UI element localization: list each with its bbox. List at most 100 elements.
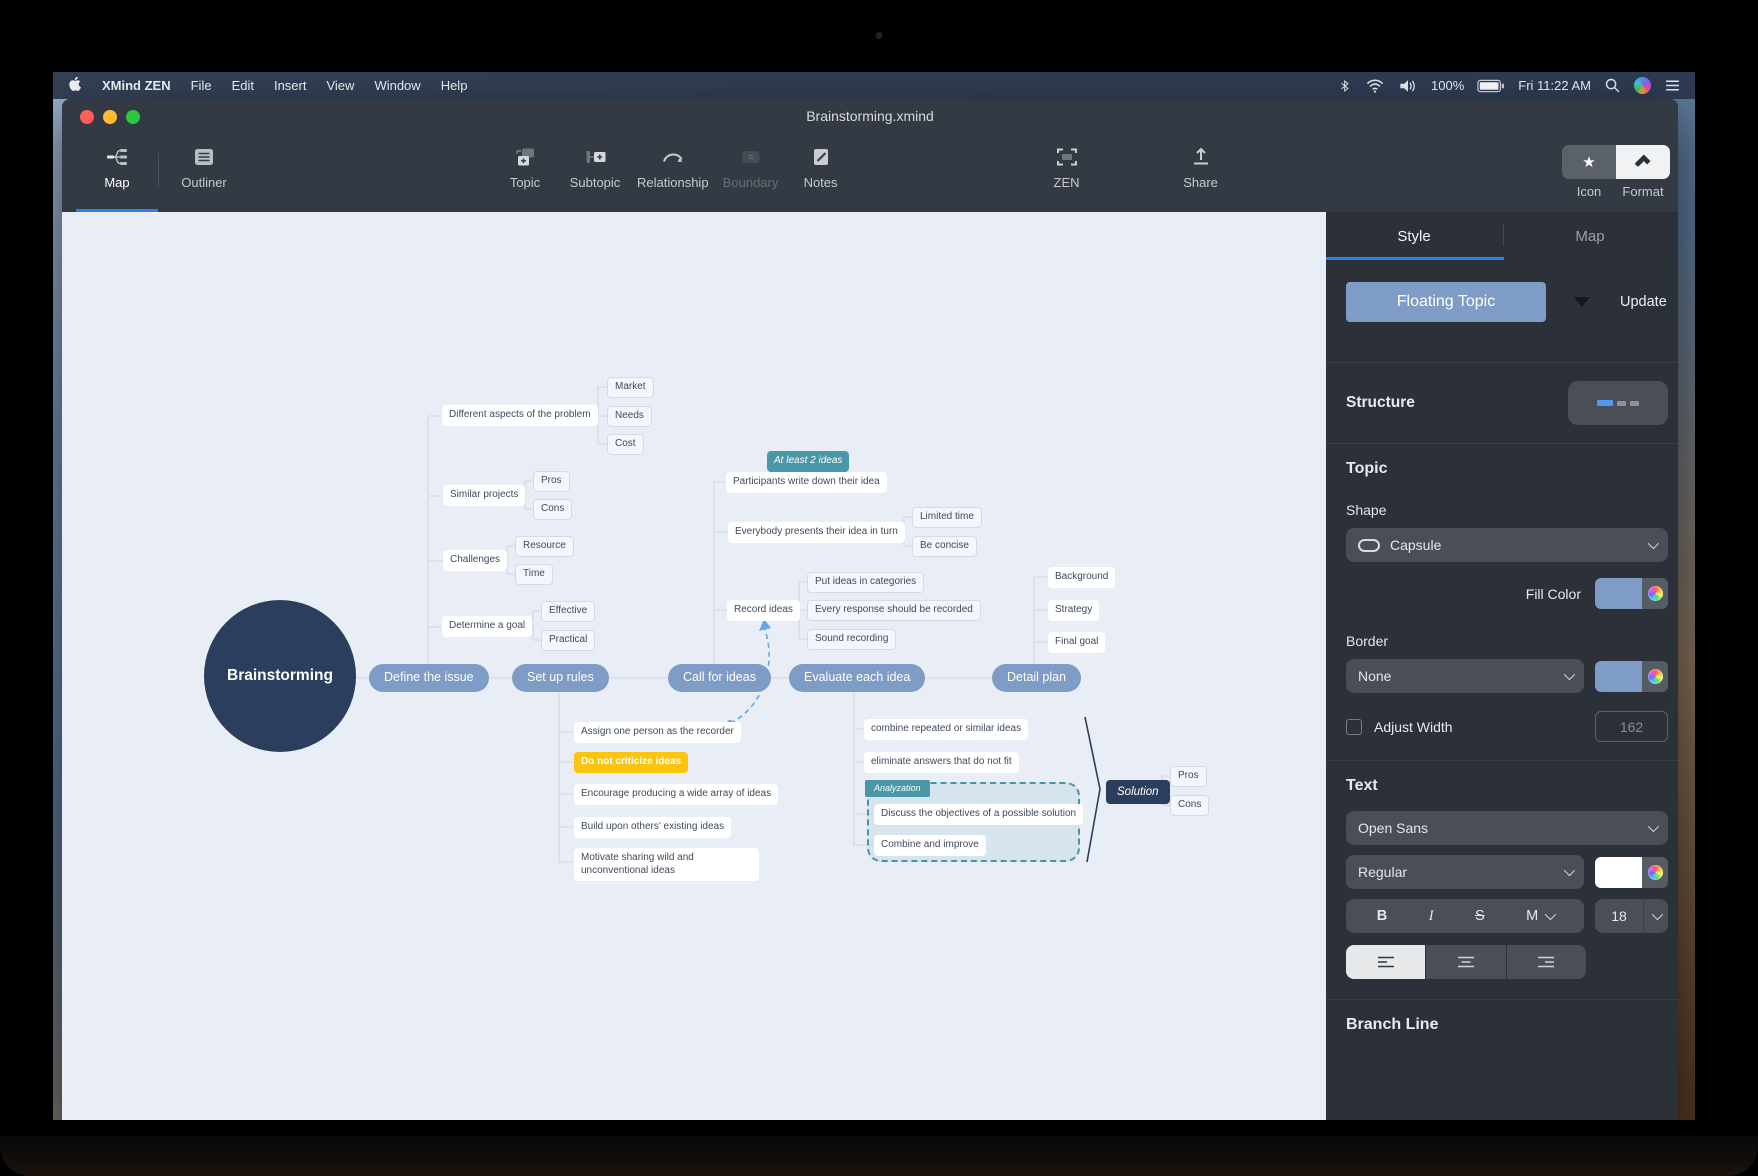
topic-pros-solution[interactable]: Pros (1170, 766, 1207, 787)
topic-define-the-issue[interactable]: Define the issue (369, 664, 489, 692)
spotlight-search-icon[interactable] (1604, 77, 1621, 94)
topic-background[interactable]: Background (1048, 567, 1116, 588)
share-button[interactable]: Share (1173, 145, 1229, 190)
font-family-value: Open Sans (1358, 820, 1429, 836)
menu-view[interactable]: View (316, 72, 364, 99)
topic-solution[interactable]: Solution (1106, 780, 1170, 805)
italic-button[interactable]: I (1429, 908, 1434, 925)
topic-call-for-ideas[interactable]: Call for ideas (668, 664, 771, 692)
topic-effective[interactable]: Effective (541, 601, 596, 622)
bluetooth-icon[interactable] (1338, 77, 1352, 95)
font-size-control[interactable]: 18 (1595, 899, 1668, 933)
strikethrough-button[interactable]: S (1475, 908, 1485, 924)
topic-assign-one-person[interactable]: Assign one person as the recorder (574, 722, 741, 743)
zen-mode-button[interactable]: ZEN (1039, 145, 1095, 190)
topic-set-up-rules[interactable]: Set up rules (512, 664, 609, 692)
topic-every-response-recorded[interactable]: Every response should be recorded (807, 600, 981, 621)
topic-limited-time[interactable]: Limited time (912, 507, 982, 528)
window-titlebar[interactable]: Brainstorming.xmind (62, 99, 1678, 135)
align-left-button[interactable] (1346, 945, 1427, 979)
notes-button[interactable]: Notes (793, 145, 849, 190)
bold-button[interactable]: B (1377, 908, 1387, 924)
topic-strategy[interactable]: Strategy (1048, 600, 1100, 621)
relationship-button[interactable]: Relationship (637, 145, 709, 190)
topic-needs[interactable]: Needs (607, 406, 652, 427)
topic-everybody-presents[interactable]: Everybody presents their idea in turn (728, 522, 905, 543)
topic-sound-recording[interactable]: Sound recording (807, 629, 897, 650)
menu-edit[interactable]: Edit (222, 72, 264, 99)
topic-final-goal[interactable]: Final goal (1048, 632, 1106, 653)
more-text-options-button[interactable]: M (1526, 908, 1557, 924)
topic-participants-write-down[interactable]: Participants write down their idea (726, 472, 887, 493)
topic-cons-projects[interactable]: Cons (533, 499, 573, 520)
subtopic-button[interactable]: Subtopic (567, 145, 623, 190)
map-view-button[interactable]: Map (76, 145, 158, 190)
menu-clock[interactable]: Fri 11:22 AM (1518, 78, 1591, 93)
topic-different-aspects[interactable]: Different aspects of the problem (442, 405, 598, 426)
topic-button[interactable]: Topic (497, 145, 553, 190)
menu-insert[interactable]: Insert (264, 72, 317, 99)
topic-combine-repeated[interactable]: combine repeated or similar ideas (864, 719, 1029, 740)
topic-put-ideas-in-categories[interactable]: Put ideas in categories (807, 572, 925, 593)
topic-cost[interactable]: Cost (607, 434, 644, 455)
outliner-view-button[interactable]: Outliner (159, 145, 249, 190)
shape-dropdown[interactable]: Capsule (1346, 528, 1668, 562)
topic-pros-projects[interactable]: Pros (533, 471, 570, 492)
fill-color-label: Fill Color (1525, 585, 1581, 602)
topic-root-brainstorming[interactable]: Brainstorming (204, 600, 356, 752)
apple-menu-icon[interactable] (69, 77, 84, 94)
font-weight-dropdown[interactable]: Regular (1346, 855, 1584, 889)
update-style-button[interactable]: Update (1620, 294, 1667, 310)
topic-evaluate-each-idea[interactable]: Evaluate each idea (789, 664, 926, 692)
topic-at-least-2-ideas[interactable]: At least 2 ideas (767, 451, 850, 476)
mindmap-canvas[interactable]: Brainstorming Define the issue Set up rul… (62, 212, 1326, 1120)
topic-detail-plan[interactable]: Detail plan (992, 664, 1082, 692)
format-panel-button[interactable] (1616, 145, 1670, 179)
topic-practical[interactable]: Practical (541, 630, 596, 651)
topic-determine-a-goal[interactable]: Determine a goal (442, 616, 533, 637)
topic-challenges[interactable]: Challenges (443, 550, 508, 571)
section-divider (1326, 999, 1678, 1000)
fill-color-swatch[interactable] (1595, 578, 1668, 609)
wifi-icon[interactable] (1365, 78, 1385, 94)
tab-map[interactable]: Map (1502, 228, 1678, 245)
tab-style[interactable]: Style (1326, 228, 1502, 245)
topic-do-not-criticize[interactable]: Do not criticize ideas (574, 752, 689, 773)
adjust-width-checkbox[interactable] (1346, 718, 1362, 735)
align-center-button[interactable] (1426, 945, 1507, 979)
topic-discuss-objectives[interactable]: Discuss the objectives of a possible sol… (874, 804, 1084, 825)
topic-market[interactable]: Market (607, 377, 654, 398)
border-style-dropdown[interactable]: None (1346, 659, 1584, 693)
volume-icon[interactable] (1398, 78, 1418, 94)
align-left-icon (1377, 956, 1394, 968)
text-color-swatch[interactable] (1595, 856, 1668, 888)
format-panel-label: Format (1622, 184, 1664, 199)
style-dropdown-arrow[interactable] (1574, 297, 1590, 307)
menu-xmind-zen[interactable]: XMind ZEN (92, 72, 181, 99)
menu-file[interactable]: File (181, 72, 222, 99)
siri-icon[interactable] (1634, 77, 1651, 94)
menu-window[interactable]: Window (364, 72, 430, 99)
topic-eliminate-answers[interactable]: eliminate answers that do not fit (864, 752, 1019, 773)
topic-cons-solution[interactable]: Cons (1170, 795, 1210, 816)
structure-picker-button[interactable] (1568, 381, 1668, 425)
topic-time[interactable]: Time (515, 564, 553, 585)
topic-be-concise[interactable]: Be concise (912, 536, 977, 557)
align-right-button[interactable] (1507, 945, 1586, 979)
topic-record-ideas[interactable]: Record ideas (727, 600, 800, 621)
topic-resource[interactable]: Resource (515, 536, 574, 557)
topic-analyzation[interactable]: Analyzation (865, 780, 930, 798)
floating-topic-style-button[interactable]: Floating Topic (1346, 282, 1546, 322)
menu-help[interactable]: Help (431, 72, 478, 99)
border-color-swatch[interactable] (1595, 660, 1668, 692)
topic-similar-projects[interactable]: Similar projects (443, 485, 526, 506)
width-value-field[interactable]: 162 (1595, 711, 1668, 742)
topic-motivate-sharing[interactable]: Motivate sharing wild and unconventional… (574, 848, 759, 881)
icon-panel-button[interactable]: ★ (1562, 145, 1616, 179)
topic-build-upon[interactable]: Build upon others' existing ideas (574, 817, 732, 838)
topic-encourage-producing[interactable]: Encourage producing a wide array of idea… (574, 784, 779, 805)
laptop-base (0, 1136, 1758, 1176)
notification-center-icon[interactable] (1664, 78, 1681, 93)
topic-combine-and-improve[interactable]: Combine and improve (874, 835, 986, 856)
font-family-dropdown[interactable]: Open Sans (1346, 811, 1668, 845)
